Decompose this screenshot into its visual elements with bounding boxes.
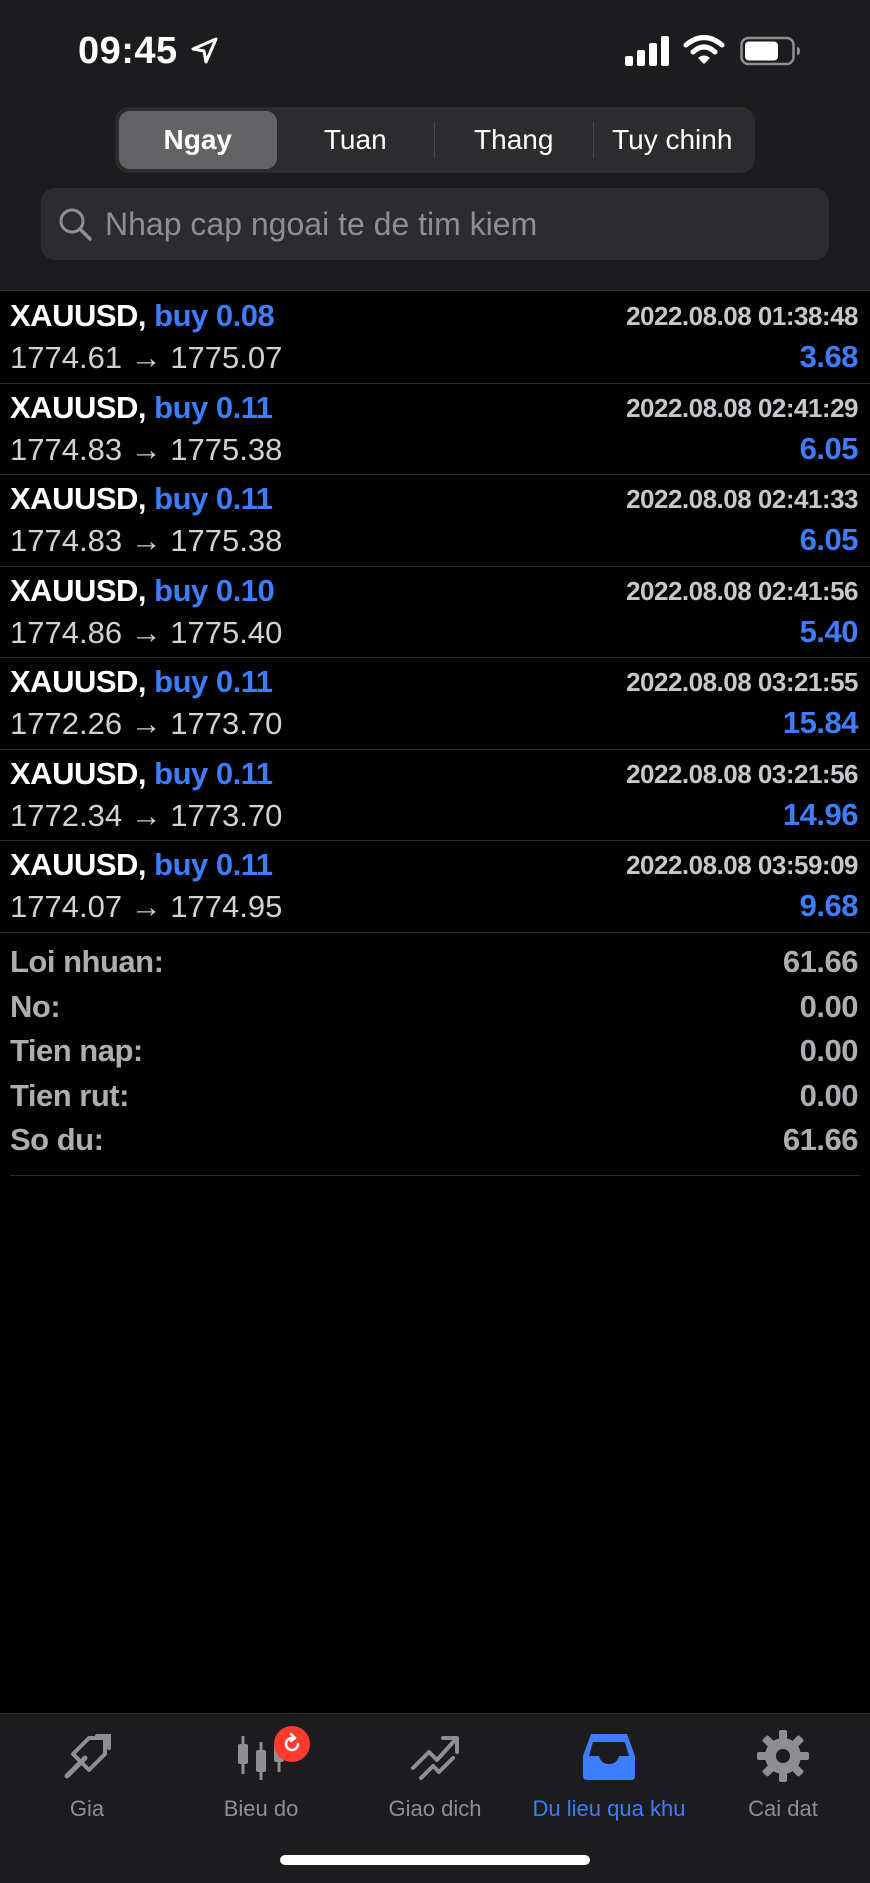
period-segmented-control: Ngay Tuan Thang Tuy chinh: [115, 107, 755, 173]
tab-label: Cai dat: [748, 1796, 818, 1821]
summary-balance-row: So du: 61.66: [10, 1118, 860, 1163]
tab-label: Bieu do: [223, 1796, 299, 1821]
trade-prices: 1774.61 → 1775.07: [10, 340, 283, 375]
trade-symbol: XAUUSD, buy 0.11: [10, 664, 273, 699]
home-indicator[interactable]: [280, 1855, 590, 1865]
search-input[interactable]: [105, 205, 829, 243]
summary-value: 61.66: [782, 944, 859, 980]
trade-row[interactable]: XAUUSD, buy 0.11 2022.08.08 03:21:55 177…: [0, 658, 870, 750]
summary-value: 0.00: [799, 1077, 859, 1113]
trade-time: 2022.08.08 01:38:48: [626, 301, 858, 331]
trade-symbol: XAUUSD, buy 0.11: [10, 481, 273, 516]
tab-tuan[interactable]: Tuan: [277, 111, 435, 169]
trade-prices: 1774.86 → 1775.40: [10, 614, 283, 650]
trade-time: 2022.08.08 03:21:55: [626, 667, 858, 697]
trade-icon: [411, 1736, 459, 1780]
account-summary: Loi nhuan: 61.66 No: 0.00 Tien nap: 0.00…: [10, 940, 860, 1176]
trade-row[interactable]: XAUUSD, buy 0.11 2022.08.08 03:21:56 177…: [0, 750, 870, 841]
tab-giao-dich[interactable]: Giao dich: [348, 1714, 522, 1824]
summary-profit-row: Loi nhuan: 61.66: [10, 940, 860, 985]
wifi-icon: [683, 35, 725, 64]
trade-profit: 6.05: [799, 430, 859, 466]
cellular-signal-icon: [625, 36, 669, 66]
trade-symbol: XAUUSD, buy 0.11: [10, 755, 273, 791]
tab-tuy-chinh[interactable]: Tuy chinh: [594, 111, 752, 169]
trade-side: buy 0.10: [154, 572, 275, 608]
summary-label: Loi nhuan:: [10, 944, 164, 980]
gear-icon: [757, 1730, 809, 1782]
summary-value: 0.00: [799, 988, 859, 1024]
trade-profit: 6.05: [799, 522, 859, 557]
trade-prices: 1772.26 → 1773.70: [10, 706, 283, 741]
trade-side: buy 0.11: [154, 847, 273, 882]
summary-value: 0.00: [799, 1033, 859, 1069]
trade-side: buy 0.11: [154, 389, 273, 425]
trade-prices: 1774.07 → 1774.95: [10, 889, 283, 924]
status-bar: 09:45: [0, 0, 870, 100]
trade-profit: 3.68: [799, 339, 859, 374]
summary-deposit-row: Tien nap: 0.00: [10, 1029, 860, 1074]
trade-time: 2022.08.08 02:41:33: [626, 484, 858, 514]
search-icon: [59, 208, 92, 241]
trade-profit: 5.40: [799, 613, 859, 649]
trade-symbol: XAUUSD, buy 0.08: [10, 298, 275, 333]
summary-label: Tien rut:: [10, 1077, 129, 1113]
trade-symbol: XAUUSD, buy 0.11: [10, 389, 273, 425]
tab-ngay[interactable]: Ngay: [119, 111, 277, 169]
quotes-icon: [64, 1734, 111, 1779]
trade-symbol: XAUUSD, buy 0.11: [10, 847, 273, 882]
tab-label: Du lieu qua khu: [532, 1796, 686, 1821]
trade-profit: 14.96: [782, 796, 859, 832]
trade-side: buy 0.11: [154, 481, 273, 516]
battery-icon: [740, 36, 800, 66]
summary-withdrawal-row: Tien rut: 0.00: [10, 1074, 860, 1119]
tab-du-lieu-qua-khu[interactable]: Du lieu qua khu: [522, 1714, 696, 1824]
trade-row[interactable]: XAUUSD, buy 0.10 2022.08.08 02:41:56 177…: [0, 567, 870, 658]
summary-credit-row: No: 0.00: [10, 985, 860, 1030]
tab-bieu-do[interactable]: Bieu do: [174, 1714, 348, 1824]
trade-prices: 1772.34 → 1773.70: [10, 797, 283, 833]
search-bar[interactable]: [41, 188, 829, 260]
tab-cai-dat[interactable]: Cai dat: [696, 1714, 870, 1824]
trade-time: 2022.08.08 03:21:56: [626, 758, 858, 789]
trade-prices: 1774.83 → 1775.38: [10, 523, 283, 558]
trade-side: buy 0.11: [154, 664, 273, 699]
summary-value: 61.66: [782, 1122, 859, 1158]
trade-profit: 9.68: [799, 888, 859, 923]
tab-label: Giao dich: [388, 1796, 482, 1821]
trade-time: 2022.08.08 02:41:56: [626, 575, 858, 606]
trade-history-list: XAUUSD, buy 0.08 2022.08.08 01:38:48 177…: [0, 292, 870, 933]
trade-time: 2022.08.08 02:41:29: [626, 392, 858, 423]
location-arrow-icon: [191, 37, 218, 64]
history-inbox-icon: [583, 1734, 635, 1780]
summary-label: Tien nap:: [10, 1033, 143, 1069]
tab-label: Gia: [69, 1796, 105, 1821]
trade-row[interactable]: XAUUSD, buy 0.08 2022.08.08 01:38:48 177…: [0, 292, 870, 384]
trade-profit: 15.84: [782, 705, 859, 740]
trade-symbol: XAUUSD, buy 0.10: [10, 572, 275, 608]
trade-side: buy 0.08: [154, 298, 275, 333]
trade-row[interactable]: XAUUSD, buy 0.11 2022.08.08 02:41:29 177…: [0, 384, 870, 475]
trade-row[interactable]: XAUUSD, buy 0.11 2022.08.08 03:59:09 177…: [0, 841, 870, 933]
trade-row[interactable]: XAUUSD, buy 0.11 2022.08.08 02:41:33 177…: [0, 475, 870, 567]
tab-thang[interactable]: Thang: [435, 111, 593, 169]
summary-label: No:: [10, 988, 61, 1024]
trade-side: buy 0.11: [154, 755, 273, 791]
tab-gia[interactable]: Gia: [0, 1714, 174, 1824]
status-time: 09:45: [78, 30, 178, 72]
summary-label: So du:: [10, 1122, 104, 1158]
trade-time: 2022.08.08 03:59:09: [626, 850, 858, 880]
sync-badge-icon: [274, 1726, 310, 1762]
trade-prices: 1774.83 → 1775.38: [10, 431, 283, 467]
